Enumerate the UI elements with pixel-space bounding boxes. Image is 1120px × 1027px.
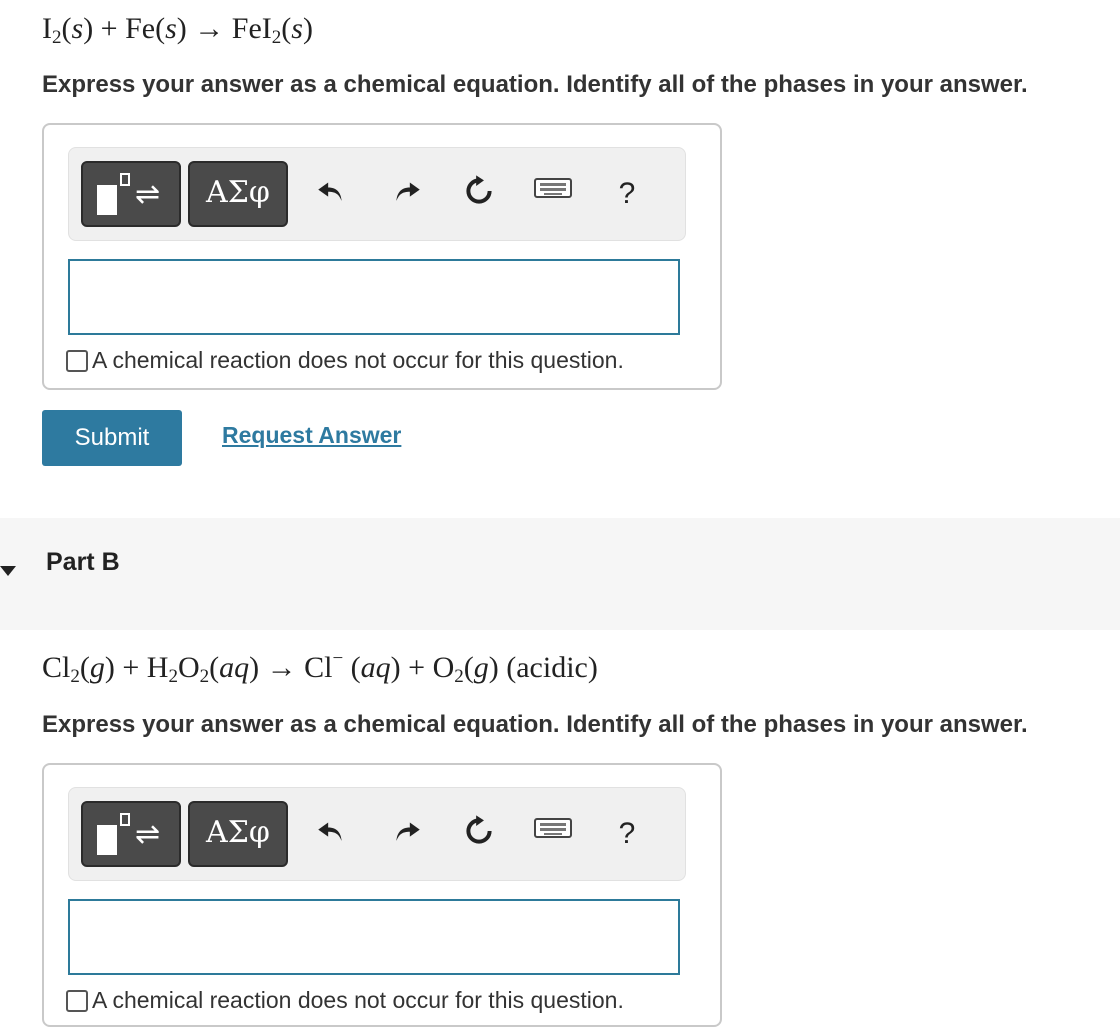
reset-icon[interactable] xyxy=(459,174,499,214)
undo-icon[interactable] xyxy=(311,174,351,214)
part-a-no-reaction-label: A chemical reaction does not occur for t… xyxy=(92,347,624,373)
submit-button[interactable]: Submit xyxy=(42,410,182,466)
keyboard-icon[interactable] xyxy=(533,174,573,214)
part-a-instruction: Express your answer as a chemical equati… xyxy=(42,71,1028,98)
part-a-answer-input[interactable] xyxy=(68,259,680,335)
part-b-header[interactable]: Part B xyxy=(0,518,1120,630)
part-a-no-reaction-row: A chemical reaction does not occur for t… xyxy=(66,347,624,377)
part-a-answer-box: ⇌ ΑΣφ ? A chemical reaction does not occ… xyxy=(42,123,722,390)
part-b-equation: Cl2(g) + H2O2(aq) → Cl− (aq) + O2(g) (ac… xyxy=(42,648,598,687)
templates-button[interactable]: ⇌ xyxy=(81,161,181,227)
redo-icon[interactable] xyxy=(387,814,427,854)
part-a-no-reaction-checkbox[interactable] xyxy=(66,349,88,372)
redo-icon[interactable] xyxy=(387,174,427,214)
help-icon[interactable]: ? xyxy=(607,814,647,854)
undo-icon[interactable] xyxy=(311,814,351,854)
part-b-equation-toolbar: ⇌ ΑΣφ ? xyxy=(68,787,686,881)
reset-icon[interactable] xyxy=(459,814,499,854)
caret-down-icon xyxy=(0,566,16,576)
symbols-button[interactable]: ΑΣφ xyxy=(188,801,288,867)
symbols-button[interactable]: ΑΣφ xyxy=(188,161,288,227)
request-answer-link[interactable]: Request Answer xyxy=(222,422,401,449)
part-b-answer-box: ⇌ ΑΣφ ? A chemical reaction does not occ… xyxy=(42,763,722,1027)
part-b-no-reaction-row: A chemical reaction does not occur for t… xyxy=(66,987,624,1017)
part-b-no-reaction-label: A chemical reaction does not occur for t… xyxy=(92,987,624,1013)
templates-button[interactable]: ⇌ xyxy=(81,801,181,867)
keyboard-icon[interactable] xyxy=(533,814,573,854)
part-b-no-reaction-checkbox[interactable] xyxy=(66,989,88,1012)
part-b-answer-input[interactable] xyxy=(68,899,680,975)
help-icon[interactable]: ? xyxy=(607,174,647,214)
part-a-equation-toolbar: ⇌ ΑΣφ ? xyxy=(68,147,686,241)
part-b-label: Part B xyxy=(46,548,120,576)
part-b-instruction: Express your answer as a chemical equati… xyxy=(42,711,1028,738)
part-a-equation: I2(s) + Fe(s) → FeI2(s) xyxy=(42,12,313,48)
